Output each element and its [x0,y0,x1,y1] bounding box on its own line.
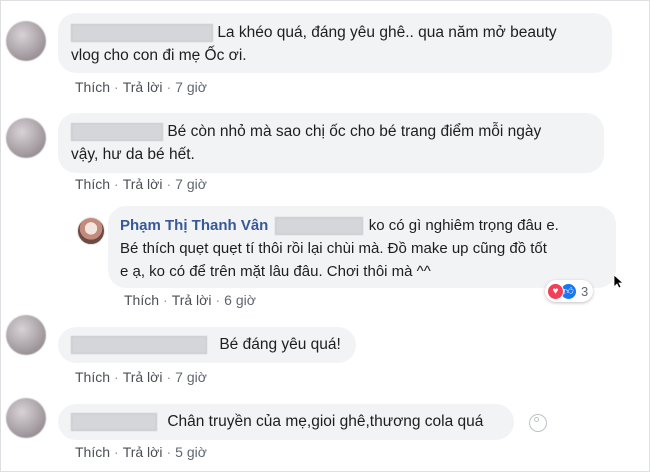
comment-text: La khéo quá, đáng yêu ghê.. qua năm mở b… [217,24,557,41]
reply-link[interactable]: Trả lời [123,444,163,460]
redacted-name [71,23,213,42]
redacted-name [71,335,207,354]
avatar[interactable] [6,398,46,438]
redacted-name [274,217,363,236]
timestamp[interactable]: 7 giờ [175,176,207,192]
comment-text: ko có gì nghiêm trọng đâu e. [368,217,559,234]
comment-text: Bé đáng yêu quá! [219,336,341,353]
reply-bubble: Phạm Thị Thanh Vân ko có gì nghiêm trọng… [108,206,616,288]
reaction-summary[interactable]: ♥ 👍︎ 3 [545,280,594,302]
timestamp[interactable]: 5 giờ [175,444,207,460]
timestamp[interactable]: 7 giờ [175,79,207,95]
comment-actions: Thích · Trả lời · 7 giờ [75,176,207,192]
avatar[interactable] [77,217,105,245]
comment-actions: Thích · Trả lời · 7 giờ [75,369,207,385]
comment-author[interactable]: Phạm Thị Thanh Vân [120,217,268,234]
comment-text: Chân truyền của mẹ,gioi ghê,thương cola … [167,413,484,430]
reply-link[interactable]: Trả lời [123,369,163,385]
comment-bubble: Bé đáng yêu quá! [58,327,356,363]
like-link[interactable]: Thích [75,444,110,460]
comment-bubble: Bé còn nhỏ mà sao chị ốc cho bé trang đi… [58,113,604,173]
reply-link[interactable]: Trả lời [123,176,163,192]
comment-actions: Thích · Trả lời · 6 giờ [124,292,256,308]
comment-text: vlog cho con đi mẹ Ốc ơi. [71,47,247,64]
reply-link[interactable]: Trả lời [172,292,212,308]
like-link[interactable]: Thích [75,79,110,95]
like-link[interactable]: Thích [124,292,159,308]
avatar[interactable] [6,118,46,158]
comment-actions: Thích · Trả lời · 5 giờ [75,444,207,460]
avatar[interactable] [6,21,46,61]
heart-icon: ♥ [547,282,564,300]
comment-actions: Thích · Trả lời · 7 giờ [75,79,207,95]
comment-bubble: La khéo quá, đáng yêu ghê.. qua năm mở b… [58,13,612,73]
like-link[interactable]: Thích [75,369,110,385]
comment-text: Bé thích quẹt quẹt tí thôi rồi lại chùi … [120,240,547,257]
reaction-count: 3 [581,283,589,299]
comment-text: Bé còn nhỏ mà sao chị ốc cho bé trang đi… [167,123,542,140]
avatar[interactable] [6,315,46,355]
redacted-name [71,122,163,141]
like-link[interactable]: Thích [75,176,110,192]
reply-link[interactable]: Trả lời [123,79,163,95]
timestamp[interactable]: 6 giờ [224,292,256,308]
cursor-icon [614,275,624,289]
timestamp[interactable]: 7 giờ [175,369,207,385]
comment-bubble: Chân truyền của mẹ,gioi ghê,thương cola … [58,404,514,440]
comment-text: e ạ, ko có để trên mặt lâu đâu. Chơi thô… [120,263,431,280]
comment-text: vậy, hư da bé hết. [71,146,195,163]
redacted-name [71,412,157,431]
react-icon[interactable] [529,414,547,432]
comments-panel: La khéo quá, đáng yêu ghê.. qua năm mở b… [0,0,650,472]
